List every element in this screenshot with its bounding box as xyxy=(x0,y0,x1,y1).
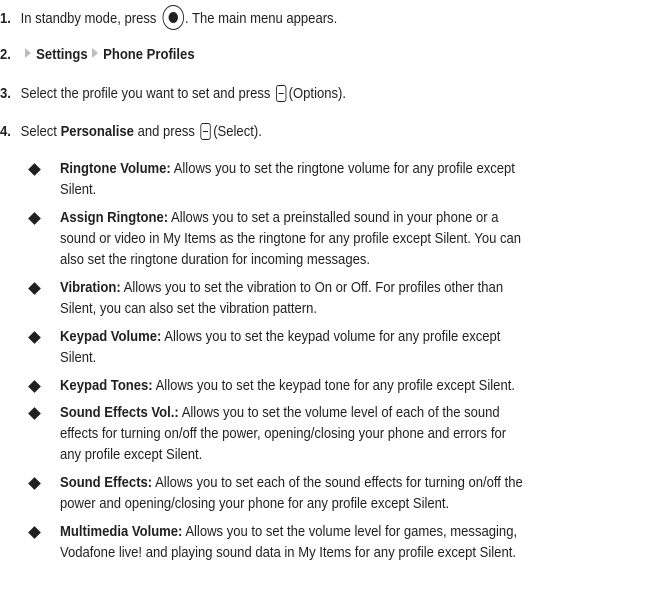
bullet-line: sound or video in My Items as the ringto… xyxy=(60,229,521,249)
diamond-bullet-icon xyxy=(28,477,41,490)
manual-page: 1. In standby mode, press . The main menu… xyxy=(0,0,663,610)
step-3: 3. Select the profile you want to set and… xyxy=(0,84,346,104)
bullet-line: Assign Ringtone: Allows you to set a pre… xyxy=(60,208,498,228)
diamond-bullet-icon xyxy=(28,212,41,225)
bullet-line: Silent. xyxy=(60,348,96,368)
bullet-line: effects for turning on/off the power, op… xyxy=(60,424,506,444)
bullet-line: Silent, you can also set the vibration p… xyxy=(60,299,317,319)
diamond-bullet-icon xyxy=(28,282,41,295)
bullet-text: Allows you to set the volume level of ea… xyxy=(181,404,500,421)
menu-phone-profiles: Phone Profiles xyxy=(103,46,195,63)
step-1: 1. In standby mode, press . The main menu… xyxy=(0,5,337,30)
bullet-text: Allows you to set the keypad volume for … xyxy=(164,328,501,345)
diamond-bullet-icon xyxy=(28,526,41,539)
menu-arrow-icon xyxy=(24,48,31,58)
menu-arrow-icon xyxy=(91,48,98,58)
bullet-line: Sound Effects: Allows you to set each of… xyxy=(60,473,523,493)
bullet-term: Keypad Volume: xyxy=(60,328,162,345)
bullet-line: Multimedia Volume: Allows you to set the… xyxy=(60,522,517,542)
personalise-label: Personalise xyxy=(60,123,134,140)
bullet-text: power and opening/closing your phone for… xyxy=(60,495,450,512)
bullet-text: also set the ringtone duration for incom… xyxy=(60,251,371,268)
bullet-text: Allows you to set each of the sound effe… xyxy=(155,474,523,491)
step-2: 2. Settings Phone Profiles xyxy=(0,45,195,65)
bullet-text: Allows you to set the keypad tone for an… xyxy=(155,377,515,394)
bullet-line: Silent. xyxy=(60,180,96,200)
bullet-text: Allows you to set a preinstalled sound i… xyxy=(171,209,499,226)
bullet-text: any profile except Silent. xyxy=(60,446,203,463)
bullet-term: Vibration: xyxy=(60,279,121,296)
step-number: 2. xyxy=(0,46,11,63)
bullet-text: Allows you to set the ringtone volume fo… xyxy=(173,160,515,177)
bullet-text: effects for turning on/off the power, op… xyxy=(60,425,507,442)
bullet-term: Keypad Tones: xyxy=(60,377,153,394)
step-text-end: . The main menu appears. xyxy=(184,10,338,27)
bullet-term: Sound Effects Vol.: xyxy=(60,404,179,421)
step-text: In standby mode, press xyxy=(20,10,157,27)
bullet-term: Ringtone Volume: xyxy=(60,160,171,177)
bullet-line: Keypad Volume: Allows you to set the key… xyxy=(60,327,500,347)
step-text: Select the profile you want to set and p… xyxy=(20,85,271,102)
bullet-line: also set the ringtone duration for incom… xyxy=(60,250,370,270)
bullet-line: any profile except Silent. xyxy=(60,445,202,465)
bullet-term: Assign Ringtone: xyxy=(60,209,169,226)
step-4: 4. Select Personalise and press (Select). xyxy=(0,122,262,142)
bullet-line: Vodafone live! and playing sound data in… xyxy=(60,543,516,563)
bullet-text: Allows you to set the volume level for g… xyxy=(185,523,518,540)
bullet-text: Silent, you can also set the vibration p… xyxy=(60,300,318,317)
step-text-mid: and press xyxy=(137,123,195,140)
bullet-text: Allows you to set the vibration to On or… xyxy=(123,279,504,296)
step-number: 3. xyxy=(0,85,11,102)
step-number: 1. xyxy=(0,10,11,27)
diamond-bullet-icon xyxy=(28,380,41,393)
diamond-bullet-icon xyxy=(28,331,41,344)
soft-key-icon xyxy=(200,123,211,140)
step-text: Select xyxy=(20,123,57,140)
step-number: 4. xyxy=(0,123,11,140)
bullet-term: Multimedia Volume: xyxy=(60,523,183,540)
bullet-text: sound or video in My Items as the ringto… xyxy=(60,230,522,247)
bullet-line: Keypad Tones: Allows you to set the keyp… xyxy=(60,376,515,396)
bullet-text: Silent. xyxy=(60,181,97,198)
menu-settings: Settings xyxy=(36,46,88,63)
bullet-text: Vodafone live! and playing sound data in… xyxy=(60,544,516,561)
bullet-line: Vibration: Allows you to set the vibrati… xyxy=(60,278,503,298)
soft-key-icon xyxy=(275,85,287,102)
ok-key-icon xyxy=(162,5,185,30)
bullet-line: Sound Effects Vol.: Allows you to set th… xyxy=(60,403,500,423)
bullet-line: power and opening/closing your phone for… xyxy=(60,494,449,514)
step-text-end: (Options). xyxy=(288,85,347,102)
step-text-end: (Select). xyxy=(213,123,262,140)
diamond-bullet-icon xyxy=(28,163,41,176)
bullet-text: Silent. xyxy=(60,349,97,366)
diamond-bullet-icon xyxy=(28,407,41,420)
bullet-term: Sound Effects: xyxy=(60,474,153,491)
bullet-line: Ringtone Volume: Allows you to set the r… xyxy=(60,159,515,179)
